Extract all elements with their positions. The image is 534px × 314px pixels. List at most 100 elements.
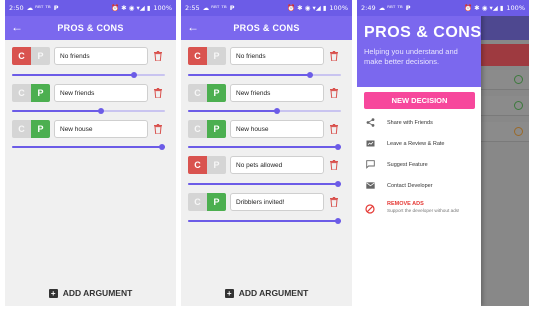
back-arrow-icon[interactable]: ← [187,20,199,34]
add-argument-button[interactable]: + ADD ARGUMENT [5,288,176,298]
phone-screen-1: 2:50 ☁ ᴿᴮᵀ ᵀᴮ P ⏰ ✱ ◉ ▾◢ ▮ 100% ← PROS &… [5,0,176,306]
slider-fill [188,146,341,148]
argument-input[interactable]: New house [54,120,148,138]
argument-input[interactable]: New friends [54,84,148,102]
app-bar: ← PROS & CONS [181,16,352,40]
pro-button[interactable]: P [207,120,226,138]
drawer-subtitle: Helping you understand and make better d… [364,47,458,66]
slider-fill [12,146,165,148]
status-time: 2:49 [361,4,376,12]
battery-level: 100% [153,4,172,12]
mail-icon [365,181,375,191]
status-time: 2:55 [185,4,200,12]
trash-icon[interactable] [329,87,339,99]
weight-slider[interactable] [12,72,165,78]
app-notification-icon: P [405,4,411,12]
con-pro-toggle: C P [188,47,226,65]
trash-icon[interactable] [153,123,163,135]
trash-icon[interactable] [153,50,163,62]
battery-level: 100% [506,4,525,12]
argument-input[interactable]: No pets allowed [230,156,324,174]
argument-input[interactable]: New friends [230,84,324,102]
menu-item-label: Contact Developer [387,182,433,189]
menu-item-review[interactable]: Leave a Review & Rate [357,133,481,154]
con-button[interactable]: C [12,84,31,102]
phone-screen-3: 2:49 ☁ ᴿᴮᵀ ᵀᴮ P ⏰ ✱ ◉ ▾◢ ▮ 100% PROS & C… [357,0,529,306]
back-arrow-icon[interactable]: ← [11,20,23,34]
drawer-menu: Share with Friends Leave a Review & Rate… [357,112,481,196]
status-time: 2:50 [9,4,24,12]
app-notification-icon: P [229,4,235,12]
pro-button[interactable]: P [207,193,226,211]
con-pro-toggle: C P [188,156,226,174]
pro-button[interactable]: P [207,84,226,102]
slider-thumb[interactable] [307,72,314,78]
con-button[interactable]: C [12,120,31,138]
status-bar: 2:49 ☁ ᴿᴮᵀ ᵀᴮ P ⏰ ✱ ◉ ▾◢ ▮ 100% [357,0,529,16]
slider-thumb[interactable] [273,108,280,114]
argument-list: C P No friends C P New friends C P New h… [5,40,176,306]
dimmed-banner [479,44,529,66]
con-button[interactable]: C [12,47,31,65]
con-button[interactable]: C [188,84,207,102]
con-button[interactable]: C [188,193,207,211]
weight-slider[interactable] [188,72,341,78]
slider-fill [188,220,341,222]
pro-button[interactable]: P [207,156,226,174]
con-button[interactable]: C [188,47,207,65]
smiley-icon [514,75,523,84]
weight-slider[interactable] [12,108,165,114]
remove-ads-item[interactable]: REMOVE ADS Support the developer without… [357,201,481,219]
trash-icon[interactable] [329,196,339,208]
menu-item-share[interactable]: Share with Friends [357,112,481,133]
share-icon [365,118,375,128]
slider-thumb[interactable] [159,144,165,150]
pro-button[interactable]: P [207,47,226,65]
menu-item-contact[interactable]: Contact Developer [357,175,481,196]
pro-button[interactable]: P [31,84,50,102]
trash-icon[interactable] [329,159,339,171]
pro-button[interactable]: P [31,120,50,138]
new-decision-button[interactable]: NEW DECISION [364,92,475,109]
status-bar: 2:55 ☁ ᴿᴮᵀ ᵀᴮ P ⏰ ✱ ◉ ▾◢ ▮ 100% [181,0,352,16]
weight-slider[interactable] [188,108,341,114]
app-notification-icon: P [53,4,59,12]
remove-ads-title: REMOVE ADS [387,201,424,207]
trash-icon[interactable] [153,87,163,99]
add-argument-label: ADD ARGUMENT [238,288,309,298]
menu-item-label: Suggest Feature [387,161,428,168]
add-argument-button[interactable]: + ADD ARGUMENT [181,288,352,298]
dimmed-list-item [479,122,529,142]
slider-thumb[interactable] [335,144,341,150]
con-pro-toggle: C P [12,47,50,65]
page-title: PROS & CONS [57,23,124,33]
remove-ads-subtitle: Support the developer without ads! [387,208,460,213]
battery-level: 100% [329,4,348,12]
weight-slider[interactable] [12,144,165,150]
argument-input[interactable]: New house [230,120,324,138]
con-button[interactable]: C [188,120,207,138]
weight-slider[interactable] [188,181,341,187]
weight-slider[interactable] [188,218,341,224]
menu-item-suggest[interactable]: Suggest Feature [357,154,481,175]
trash-icon[interactable] [329,50,339,62]
argument-input[interactable]: No friends [54,47,148,65]
rate-icon [365,139,375,149]
slider-thumb[interactable] [335,181,341,187]
con-button[interactable]: C [188,156,207,174]
slider-thumb[interactable] [335,218,341,224]
pro-button[interactable]: P [31,47,50,65]
phone-screen-2: 2:55 ☁ ᴿᴮᵀ ᵀᴮ P ⏰ ✱ ◉ ▾◢ ▮ 100% ← PROS &… [181,0,352,306]
trash-icon[interactable] [329,123,339,135]
slider-thumb[interactable] [97,108,104,114]
smiley-icon [514,101,523,110]
menu-item-label: Share with Friends [387,119,433,126]
slider-fill [188,110,277,112]
argument-input[interactable]: No friends [230,47,324,65]
dimmed-list-item [479,96,529,116]
slider-thumb[interactable] [131,72,138,78]
argument-row: C P Dribblers invited! [188,192,345,212]
weight-slider[interactable] [188,144,341,150]
argument-input[interactable]: Dribblers invited! [230,193,324,211]
block-icon [365,201,375,219]
